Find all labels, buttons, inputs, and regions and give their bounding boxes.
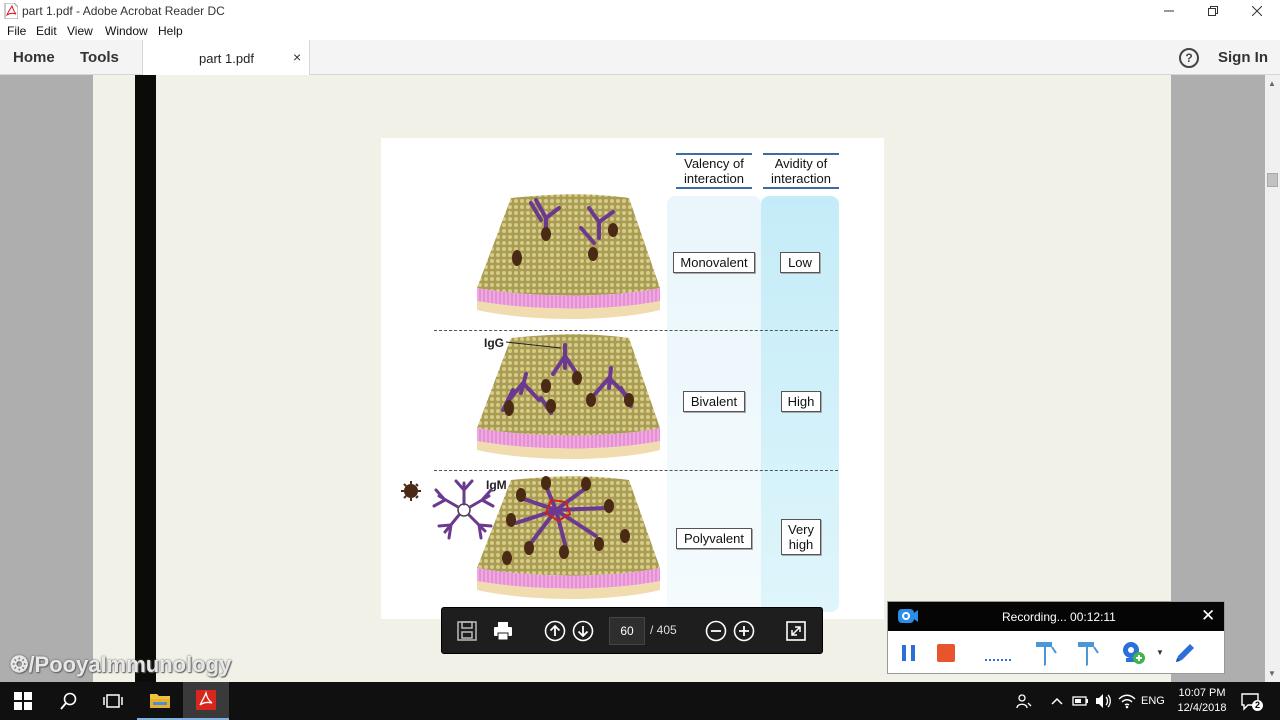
print-icon[interactable] <box>492 620 514 642</box>
vertical-scrollbar[interactable]: ▲ ▼ <box>1265 75 1280 682</box>
notification-count-badge: 2 <box>1252 700 1263 711</box>
close-window-button[interactable] <box>1235 0 1279 22</box>
membrane-illustrations <box>401 194 660 599</box>
pause-icon[interactable] <box>900 643 918 663</box>
chevron-up-icon[interactable] <box>1050 696 1064 706</box>
channel-watermark: ❂/PooyaImmunology <box>10 652 231 678</box>
scroll-down-icon[interactable]: ▼ <box>1268 669 1276 678</box>
menu-file[interactable]: File <box>7 24 26 38</box>
close-recorder-icon[interactable]: ✕ <box>1201 606 1215 626</box>
window-title: part 1.pdf - Adobe Acrobat Reader DC <box>22 4 225 18</box>
file-explorer-button[interactable] <box>137 682 183 720</box>
scroll-up-icon[interactable]: ▲ <box>1268 79 1276 88</box>
webcam-icon[interactable] <box>1120 640 1146 666</box>
close-icon <box>1252 6 1262 16</box>
tab-bar: Home Tools part 1.pdf × ? Sign In <box>0 40 1280 75</box>
menu-view[interactable]: View <box>67 24 93 38</box>
task-view-button[interactable] <box>90 682 136 720</box>
membrane-polyvalent <box>477 476 660 599</box>
camera-lens-icon: ❂ <box>10 652 29 677</box>
free-igm-pentamer <box>432 479 495 540</box>
close-tab-icon[interactable]: × <box>293 49 301 65</box>
acrobat-file-icon <box>4 3 18 19</box>
webcam-dropdown-icon[interactable]: ▼ <box>1156 648 1164 657</box>
minimize-icon <box>1164 10 1174 12</box>
system-clock[interactable]: 10:07 PM 12/4/2018 <box>1172 686 1232 716</box>
tools-tab[interactable]: Tools <box>80 49 119 66</box>
search-icon <box>60 692 77 710</box>
wifi-icon[interactable] <box>1118 693 1136 709</box>
bacterium-icon <box>401 481 421 501</box>
document-tab-label: part 1.pdf <box>199 51 254 66</box>
start-button[interactable] <box>0 682 46 720</box>
menu-help[interactable]: Help <box>158 24 183 38</box>
document-tab[interactable]: part 1.pdf × <box>142 40 310 75</box>
fit-page-icon[interactable] <box>785 620 807 642</box>
clock-date: 12/4/2018 <box>1177 702 1227 714</box>
antibody-avidity-figure: Valency of interaction Avidity of intera… <box>381 138 884 619</box>
watermark-text: /PooyaImmunology <box>28 652 232 677</box>
restore-button[interactable] <box>1191 0 1235 22</box>
menu-window[interactable]: Window <box>105 24 148 38</box>
task-view-icon <box>103 694 123 708</box>
zoom-in-icon[interactable] <box>733 620 755 642</box>
windows-logo-icon <box>14 692 32 710</box>
screen-recorder-panel: Recording... 00:12:11 ✕ ▼ <box>887 601 1225 674</box>
acrobat-icon <box>196 690 216 710</box>
page-left-border <box>135 75 156 682</box>
scroll-thumb[interactable] <box>1267 173 1278 187</box>
sign-in-button[interactable]: Sign In <box>1218 49 1268 66</box>
windows-taskbar: ENG 10:07 PM 12/4/2018 2 <box>0 682 1280 720</box>
help-icon[interactable]: ? <box>1179 48 1199 68</box>
page-number-input[interactable]: 60 <box>609 617 645 645</box>
people-icon[interactable] <box>1016 693 1032 709</box>
search-button[interactable] <box>46 682 92 720</box>
save-icon[interactable] <box>456 620 478 642</box>
pen-icon[interactable] <box>1032 639 1058 667</box>
recorder-header: Recording... 00:12:11 ✕ <box>888 602 1224 631</box>
page-total: / 405 <box>650 623 677 637</box>
title-bar: part 1.pdf - Adobe Acrobat Reader DC <box>0 0 1280 22</box>
volume-icon[interactable] <box>1095 693 1113 709</box>
floating-page-toolbar: 60 / 405 <box>441 607 823 654</box>
restore-icon <box>1208 6 1218 16</box>
dotted-line-icon[interactable] <box>984 650 1012 662</box>
draw-icon[interactable] <box>1172 640 1198 666</box>
network-icon[interactable] <box>1072 694 1090 708</box>
membrane-monovalent <box>477 194 660 319</box>
action-center-button[interactable]: 2 <box>1240 691 1263 711</box>
acrobat-taskbar-button[interactable] <box>183 682 229 720</box>
clock-time: 10:07 PM <box>1178 687 1226 699</box>
folder-icon <box>150 694 170 708</box>
language-indicator[interactable]: ENG <box>1141 695 1165 707</box>
recording-status: Recording... 00:12:11 <box>1002 610 1116 624</box>
next-page-icon[interactable] <box>572 620 594 642</box>
stop-icon[interactable] <box>936 643 956 663</box>
recorder-camera-icon <box>898 609 918 623</box>
highlighter-icon[interactable] <box>1074 639 1100 667</box>
home-tab[interactable]: Home <box>13 49 55 66</box>
prev-page-icon[interactable] <box>544 620 566 642</box>
zoom-out-icon[interactable] <box>705 620 727 642</box>
menu-edit[interactable]: Edit <box>36 24 57 38</box>
minimize-button[interactable] <box>1147 0 1191 22</box>
menu-bar: File Edit View Window Help <box>0 22 1280 40</box>
